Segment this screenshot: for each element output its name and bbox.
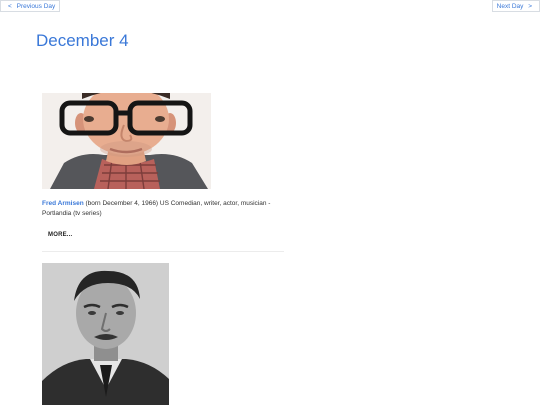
chevron-left-icon: <	[8, 3, 12, 10]
person-name-link[interactable]: Fred Armisen	[42, 200, 84, 207]
person-bio: Fred Armisen (born December 4, 1966) US …	[42, 199, 284, 219]
person-photo	[42, 93, 211, 189]
previous-day-button[interactable]: < Previous Day	[0, 0, 61, 12]
person-photo	[42, 263, 169, 405]
birthday-entry: Fred Armisen (born December 4, 1966) US …	[42, 93, 284, 241]
chevron-right-icon: >	[528, 3, 532, 10]
next-day-button[interactable]: Next Day >	[491, 0, 540, 12]
entry-divider	[42, 251, 284, 252]
previous-day-label: Previous Day	[16, 3, 56, 10]
next-day-label: Next Day	[496, 3, 524, 10]
page: < Previous Day Next Day > December 4 Fre…	[0, 0, 540, 405]
page-title: December 4	[36, 31, 129, 50]
more-button[interactable]: MORE...	[48, 232, 72, 238]
